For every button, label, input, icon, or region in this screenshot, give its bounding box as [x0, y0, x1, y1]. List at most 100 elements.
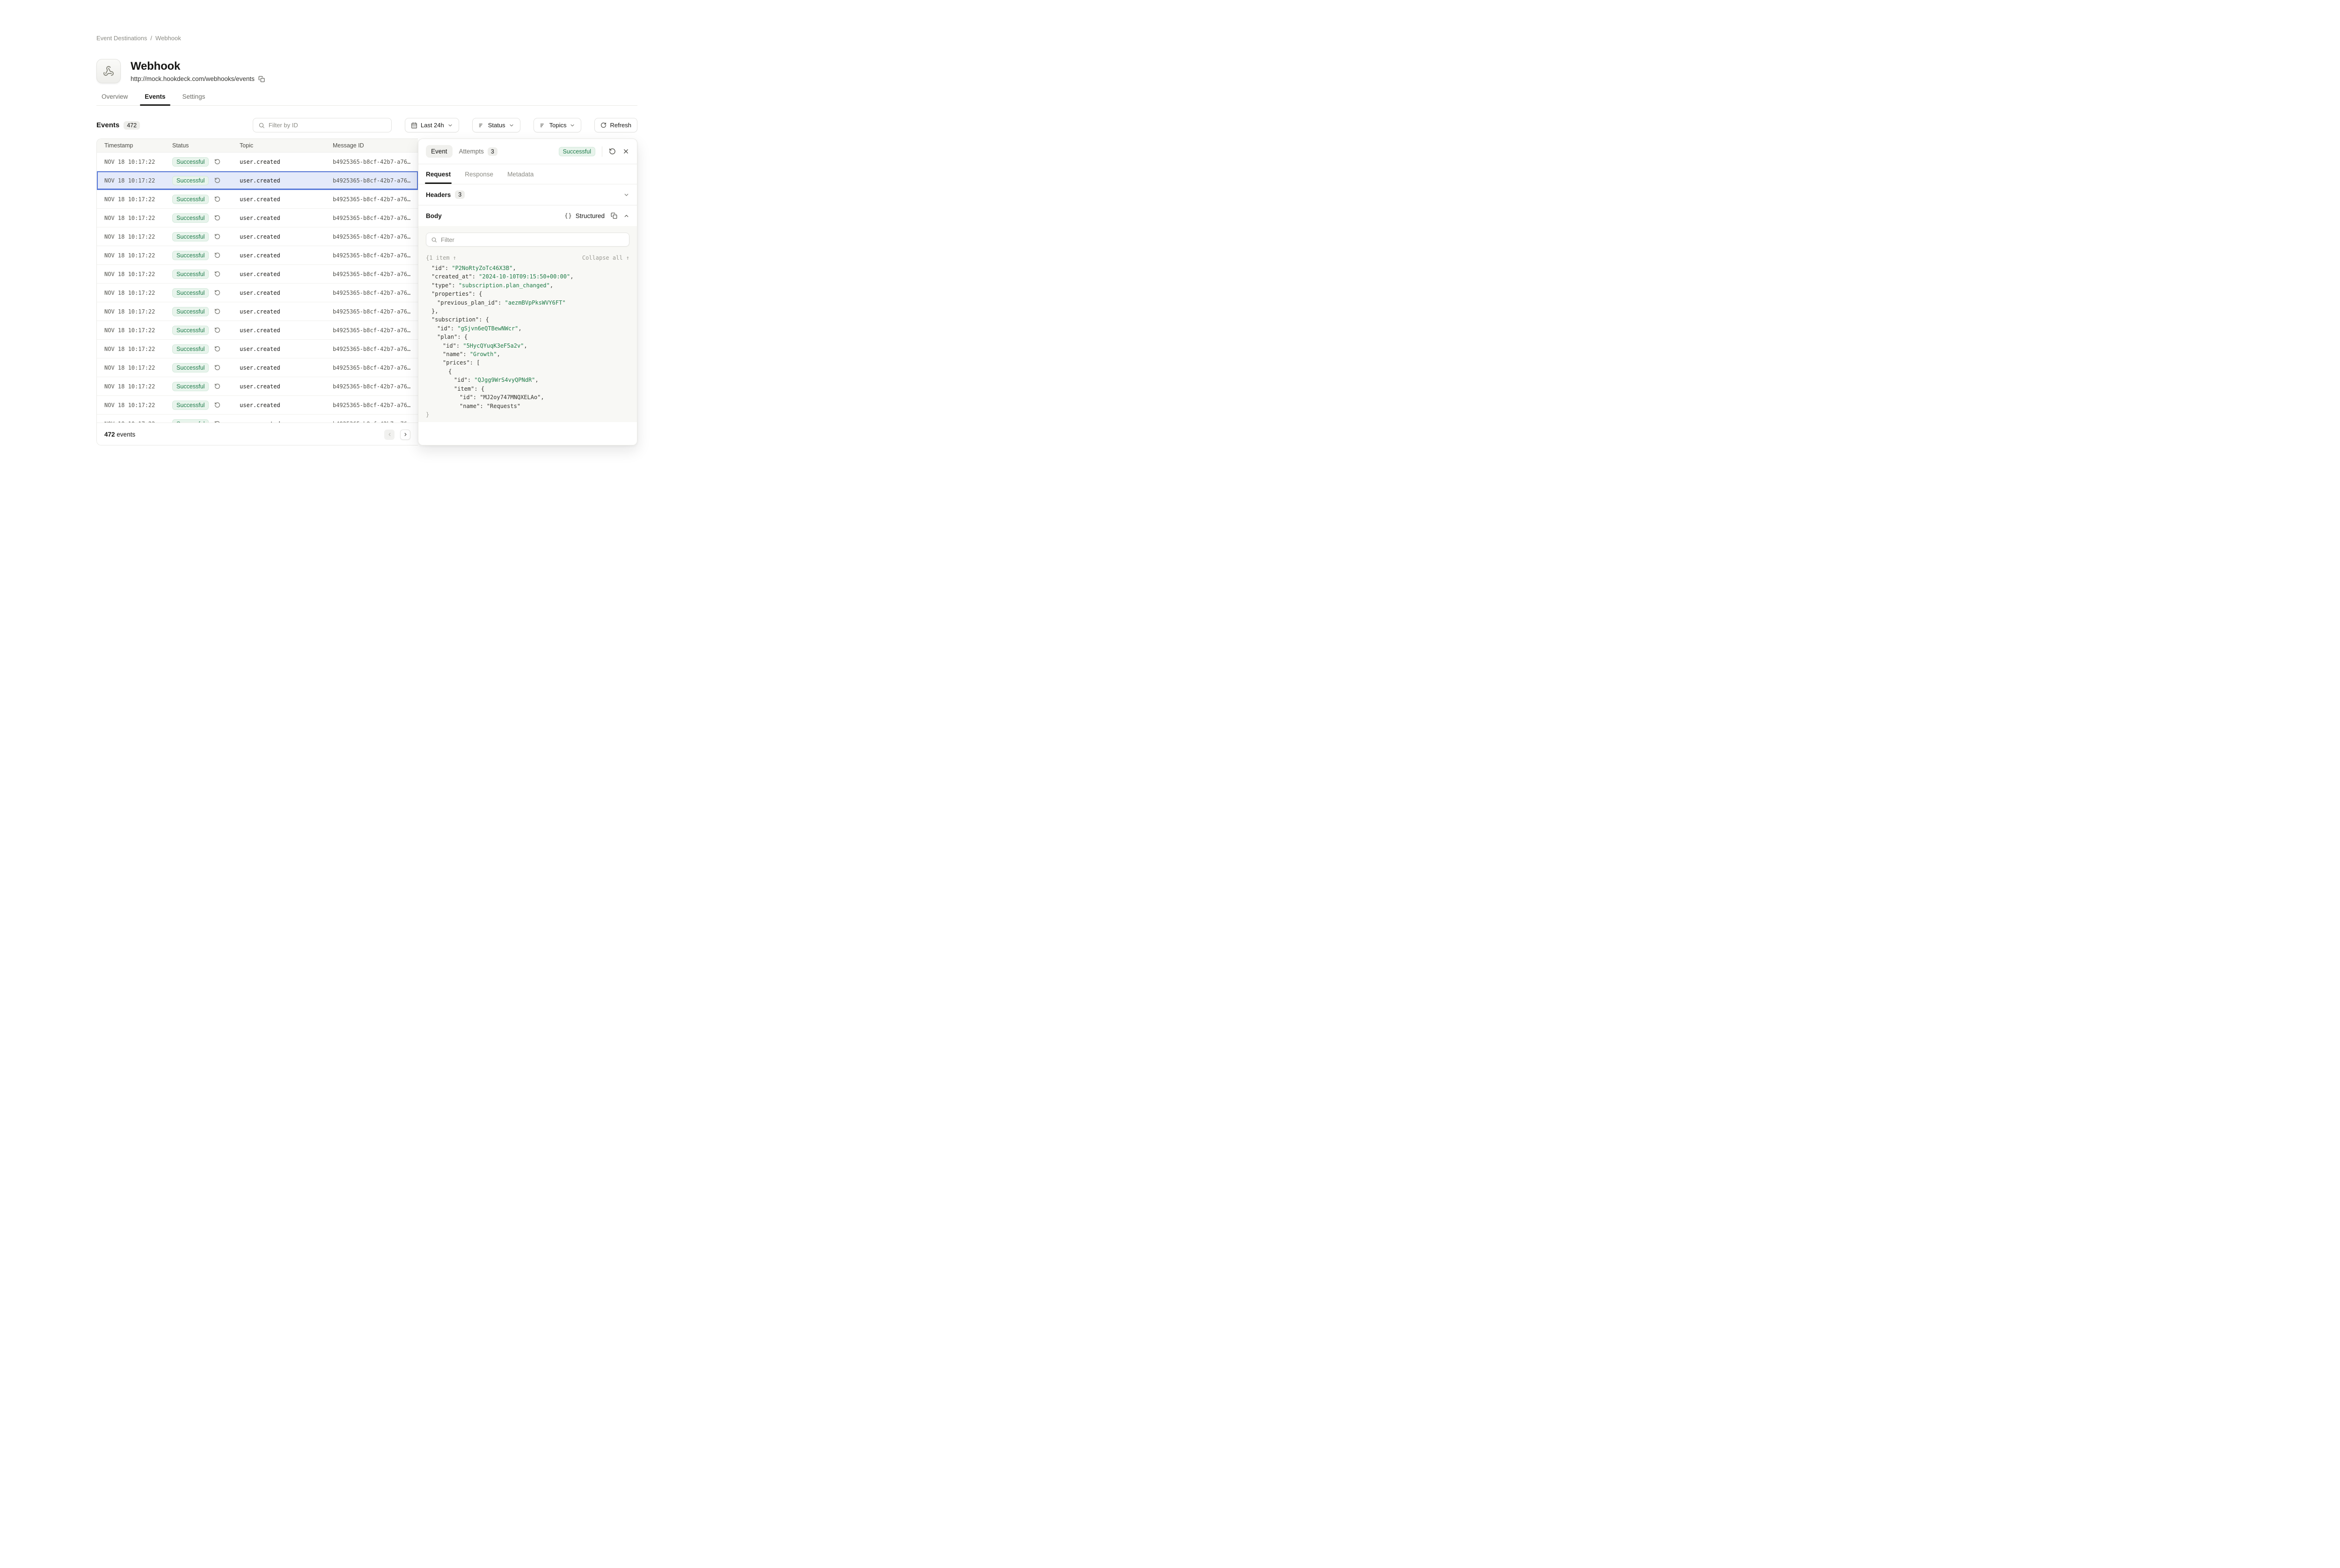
table-row[interactable]: NOV 18 10:17:22 Successful user.created …: [97, 284, 418, 302]
page-title: Webhook: [131, 60, 265, 73]
row-message-id: b4925365-b8cf-42b7-a76…: [333, 346, 418, 352]
table-row[interactable]: NOV 18 10:17:22 Successful user.created …: [97, 415, 418, 423]
table-row[interactable]: NOV 18 10:17:22 Successful user.created …: [97, 246, 418, 265]
retry-row-button[interactable]: [214, 327, 220, 333]
table-row[interactable]: NOV 18 10:17:22 Successful user.created …: [97, 190, 418, 209]
json-tree: "id": "P2NoRtyZoTc46X3B","created_at": "…: [426, 264, 629, 419]
retry-icon: [214, 290, 220, 296]
table-row[interactable]: NOV 18 10:17:22 Successful user.created …: [97, 209, 418, 227]
pagination: [384, 430, 410, 440]
row-topic: user.created: [240, 346, 333, 352]
headers-section-toggle[interactable]: Headers 3: [418, 184, 637, 205]
json-line: "id": "MJ2oy747MNQXELAo",: [426, 393, 629, 401]
collapse-body-button[interactable]: [623, 213, 629, 219]
filter-by-id-box[interactable]: [253, 118, 392, 132]
time-range-button[interactable]: Last 24h: [405, 118, 459, 132]
retry-row-button[interactable]: [214, 383, 220, 389]
events-table-card: Timestamp Status Topic Message ID NOV 18…: [96, 139, 418, 445]
table-row[interactable]: NOV 18 10:17:22 Successful user.created …: [97, 358, 418, 377]
refresh-button[interactable]: Refresh: [594, 118, 637, 132]
json-line: "id": "5HycQYuqK3eF5a2v",: [426, 342, 629, 350]
tab-events[interactable]: Events: [145, 93, 165, 105]
copy-icon: [611, 212, 617, 219]
row-message-id: b4925365-b8cf-42b7-a76…: [333, 196, 418, 203]
retry-row-button[interactable]: [214, 177, 220, 183]
webhook-icon: [96, 59, 121, 83]
retry-row-button[interactable]: [214, 271, 220, 277]
body-section-header: Body {} Structured: [418, 205, 637, 226]
row-timestamp: NOV 18 10:17:22: [104, 383, 172, 390]
table-footer: 472 events: [97, 423, 418, 445]
table-row[interactable]: NOV 18 10:17:22 Successful user.created …: [97, 302, 418, 321]
row-timestamp: NOV 18 10:17:22: [104, 233, 172, 240]
json-item-count[interactable]: {1 item ↑: [426, 255, 456, 261]
table-row[interactable]: NOV 18 10:17:22 Successful user.created …: [97, 227, 418, 246]
body-filter-box[interactable]: [426, 233, 629, 247]
retry-row-button[interactable]: [214, 346, 220, 352]
retry-row-button[interactable]: [214, 196, 220, 202]
status-badge: Successful: [172, 307, 209, 316]
table-row[interactable]: NOV 18 10:17:22 Successful user.created …: [97, 171, 418, 190]
headers-count-badge: 3: [455, 190, 465, 199]
retry-row-button[interactable]: [214, 308, 220, 314]
json-line: "subscription": {: [426, 315, 629, 324]
breadcrumb-current: Webhook: [155, 35, 181, 42]
status-badge: Successful: [559, 147, 595, 156]
json-line: "item": {: [426, 385, 629, 393]
table-row[interactable]: NOV 18 10:17:22 Successful user.created …: [97, 396, 418, 415]
copy-url-button[interactable]: [258, 76, 265, 82]
previous-page-button[interactable]: [384, 430, 395, 440]
retry-event-button[interactable]: [609, 148, 616, 155]
json-line: }: [426, 410, 629, 419]
status-badge: Successful: [172, 419, 209, 423]
retry-row-button[interactable]: [214, 159, 220, 165]
status-badge: Successful: [172, 288, 209, 298]
tab-overview[interactable]: Overview: [102, 93, 128, 105]
table-row[interactable]: NOV 18 10:17:22 Successful user.created …: [97, 265, 418, 284]
body-filter-input[interactable]: [441, 236, 624, 243]
next-page-button[interactable]: [400, 430, 410, 440]
row-topic: user.created: [240, 271, 333, 277]
table-row[interactable]: NOV 18 10:17:22 Successful user.created …: [97, 377, 418, 396]
tab-metadata[interactable]: Metadata: [507, 164, 534, 184]
status-badge: Successful: [172, 195, 209, 204]
status-badge: Successful: [172, 270, 209, 279]
retry-row-button[interactable]: [214, 252, 220, 258]
collapse-all-button[interactable]: Collapse all ↑: [582, 255, 629, 261]
table-row[interactable]: NOV 18 10:17:22 Successful user.created …: [97, 321, 418, 340]
retry-row-button[interactable]: [214, 365, 220, 371]
close-panel-button[interactable]: [622, 148, 629, 155]
retry-row-button[interactable]: [214, 215, 220, 221]
chevron-down-icon: [623, 192, 629, 198]
table-row[interactable]: NOV 18 10:17:22 Successful user.created …: [97, 153, 418, 171]
topics-filter-button[interactable]: Topics: [534, 118, 582, 132]
tab-response[interactable]: Response: [465, 164, 493, 184]
json-line: "previous_plan_id": "aezmBVpPksWVY6FT": [426, 299, 629, 307]
retry-row-button[interactable]: [214, 233, 220, 240]
status-badge: Successful: [172, 232, 209, 241]
row-timestamp: NOV 18 10:17:22: [104, 327, 172, 334]
breadcrumb-section[interactable]: Event Destinations: [96, 35, 147, 42]
attempts-label: Attempts: [459, 148, 484, 155]
tab-request[interactable]: Request: [426, 164, 451, 184]
table-row[interactable]: NOV 18 10:17:22 Successful user.created …: [97, 340, 418, 358]
structured-view-toggle[interactable]: {} Structured: [564, 212, 605, 219]
retry-icon: [214, 327, 220, 333]
filter-by-id-input[interactable]: [269, 122, 386, 129]
row-timestamp: NOV 18 10:17:22: [104, 290, 172, 296]
tab-settings[interactable]: Settings: [183, 93, 205, 105]
copy-body-button[interactable]: [611, 212, 617, 219]
retry-icon: [214, 308, 220, 314]
attempts-tab[interactable]: Attempts 3: [459, 147, 497, 156]
json-line: "created_at": "2024-10-10T09:15:50+00:00…: [426, 272, 629, 281]
row-topic: user.created: [240, 365, 333, 371]
row-timestamp: NOV 18 10:17:22: [104, 346, 172, 352]
row-message-id: b4925365-b8cf-42b7-a76…: [333, 365, 418, 371]
status-filter-button[interactable]: Status: [472, 118, 520, 132]
retry-row-button[interactable]: [214, 402, 220, 408]
json-line: },: [426, 307, 629, 315]
retry-row-button[interactable]: [214, 290, 220, 296]
search-icon: [258, 122, 265, 129]
chevron-down-icon: [509, 123, 514, 128]
event-tab[interactable]: Event: [426, 145, 453, 158]
